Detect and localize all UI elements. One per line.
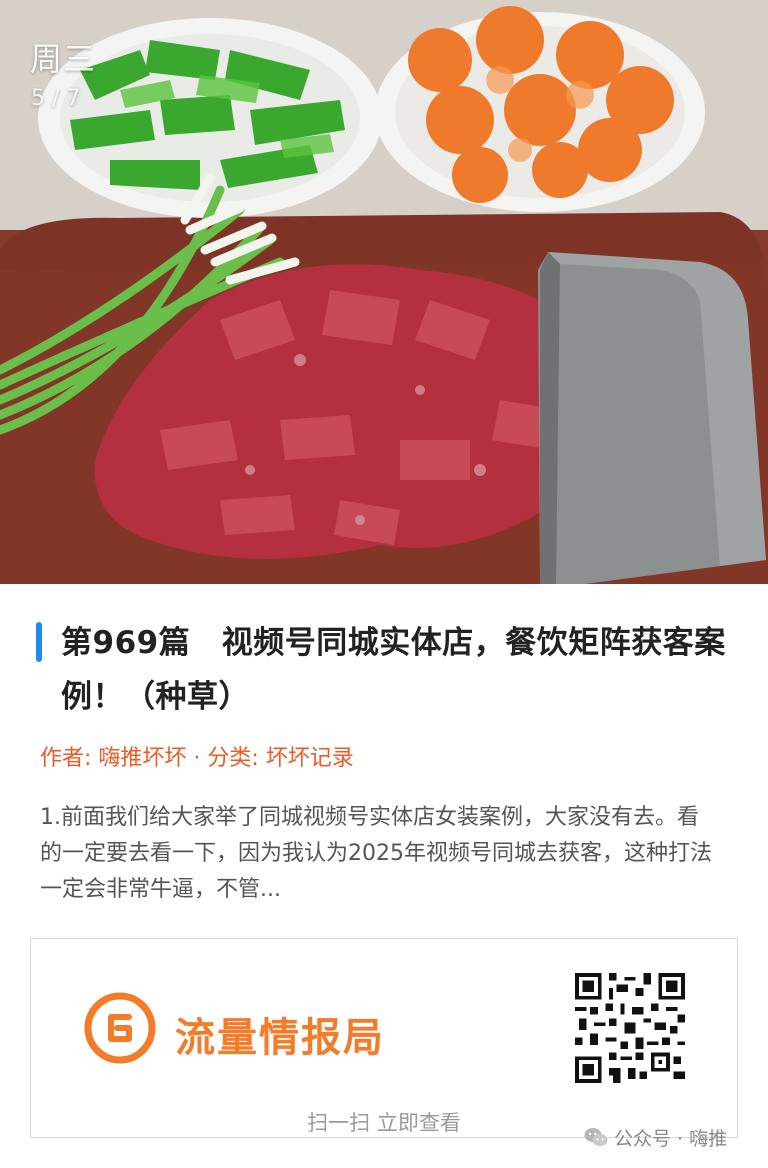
account-credit[interactable]: 公众号 · 嗨推 <box>584 1124 727 1151</box>
article-title-block: 第969篇 视频号同城实体店，餐饮矩阵获客案例！（种草） <box>36 616 726 724</box>
article-title[interactable]: 第969篇 视频号同城实体店，餐饮矩阵获客案例！（种草） <box>61 616 726 724</box>
qr-code-icon[interactable] <box>575 973 685 1083</box>
food-photo <box>0 0 768 584</box>
brand-name: 流量情报局 <box>175 1015 385 1061</box>
article-excerpt: 1.前面我们给大家举了同城视频号实体店女装案例，大家没有去。看的一定要去看一下，… <box>40 805 712 902</box>
brand-circle-logo-icon <box>84 992 156 1064</box>
wechat-icon <box>584 1127 608 1146</box>
qr-promo-card[interactable]: 流量情报局 扫一扫 立即查看 <box>30 938 738 1138</box>
cover-image[interactable]: 周三 5 / 7 <box>0 0 768 584</box>
title-accent-bar <box>36 622 42 662</box>
article-meta: 作者: 嗨推坏坏 · 分类: 坏坏记录 <box>40 746 354 771</box>
day-label: 周三 <box>30 40 97 78</box>
account-credit-text: 公众号 · 嗨推 <box>614 1128 728 1150</box>
page-indicator: 5 / 7 <box>31 86 81 111</box>
